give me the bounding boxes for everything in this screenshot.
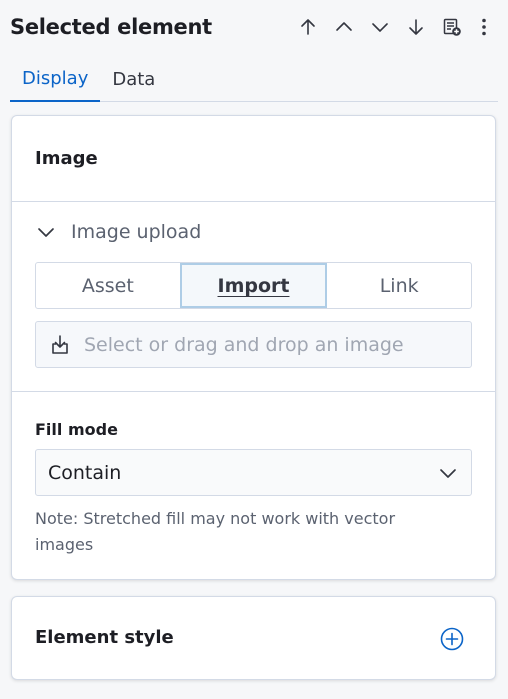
header-toolbar	[290, 10, 498, 44]
image-upload-section: Image upload Asset Import Link Select or…	[12, 202, 495, 392]
more-options-button[interactable]	[470, 11, 498, 43]
add-panel-icon	[443, 18, 461, 36]
arrow-down-icon	[409, 19, 423, 35]
import-button[interactable]: Import	[179, 263, 328, 308]
image-section-header: Image	[12, 116, 495, 202]
image-panel: Image Image upload Asset Import Link Sel…	[11, 115, 496, 580]
chevron-up-icon	[336, 22, 352, 31]
panel-header: Selected element	[10, 10, 498, 44]
fill-mode-section: Fill mode Contain Note: Stretched fill m…	[12, 392, 495, 579]
dropzone-placeholder: Select or drag and drop an image	[84, 333, 404, 356]
page-title: Selected element	[10, 15, 212, 39]
element-style-panel: Element style	[11, 596, 496, 680]
image-section-title: Image	[35, 148, 98, 169]
image-dropzone[interactable]: Select or drag and drop an image	[35, 321, 472, 368]
fill-mode-value: Contain	[48, 461, 122, 484]
link-button[interactable]: Link	[327, 263, 471, 308]
move-down-button[interactable]	[362, 11, 398, 43]
asset-button[interactable]: Asset	[36, 263, 180, 308]
move-to-top-button[interactable]	[290, 11, 326, 43]
image-source-button-group: Asset Import Link	[35, 262, 472, 309]
move-up-button[interactable]	[326, 11, 362, 43]
add-element-style-button[interactable]	[439, 626, 465, 652]
fill-mode-label: Fill mode	[35, 420, 118, 439]
move-to-bottom-button[interactable]	[398, 11, 434, 43]
fill-mode-select[interactable]: Contain	[35, 449, 472, 496]
download-icon	[52, 334, 68, 354]
tab-bar: Display Data	[10, 56, 498, 102]
chevron-down-icon	[38, 228, 54, 237]
add-panel-button[interactable]	[434, 11, 470, 43]
kebab-menu-icon	[482, 18, 486, 36]
image-upload-label: Image upload	[71, 221, 202, 243]
tab-display[interactable]: Display	[10, 56, 101, 102]
plus-circle-icon	[440, 627, 464, 651]
element-style-title: Element style	[35, 627, 174, 648]
fill-mode-note: Note: Stretched fill may not work with v…	[35, 509, 396, 554]
chevron-down-icon	[372, 23, 388, 32]
tab-data[interactable]: Data	[100, 56, 167, 102]
arrow-up-icon	[301, 19, 315, 35]
image-upload-accordion[interactable]: Image upload	[35, 216, 201, 248]
chevron-down-icon	[440, 469, 456, 478]
